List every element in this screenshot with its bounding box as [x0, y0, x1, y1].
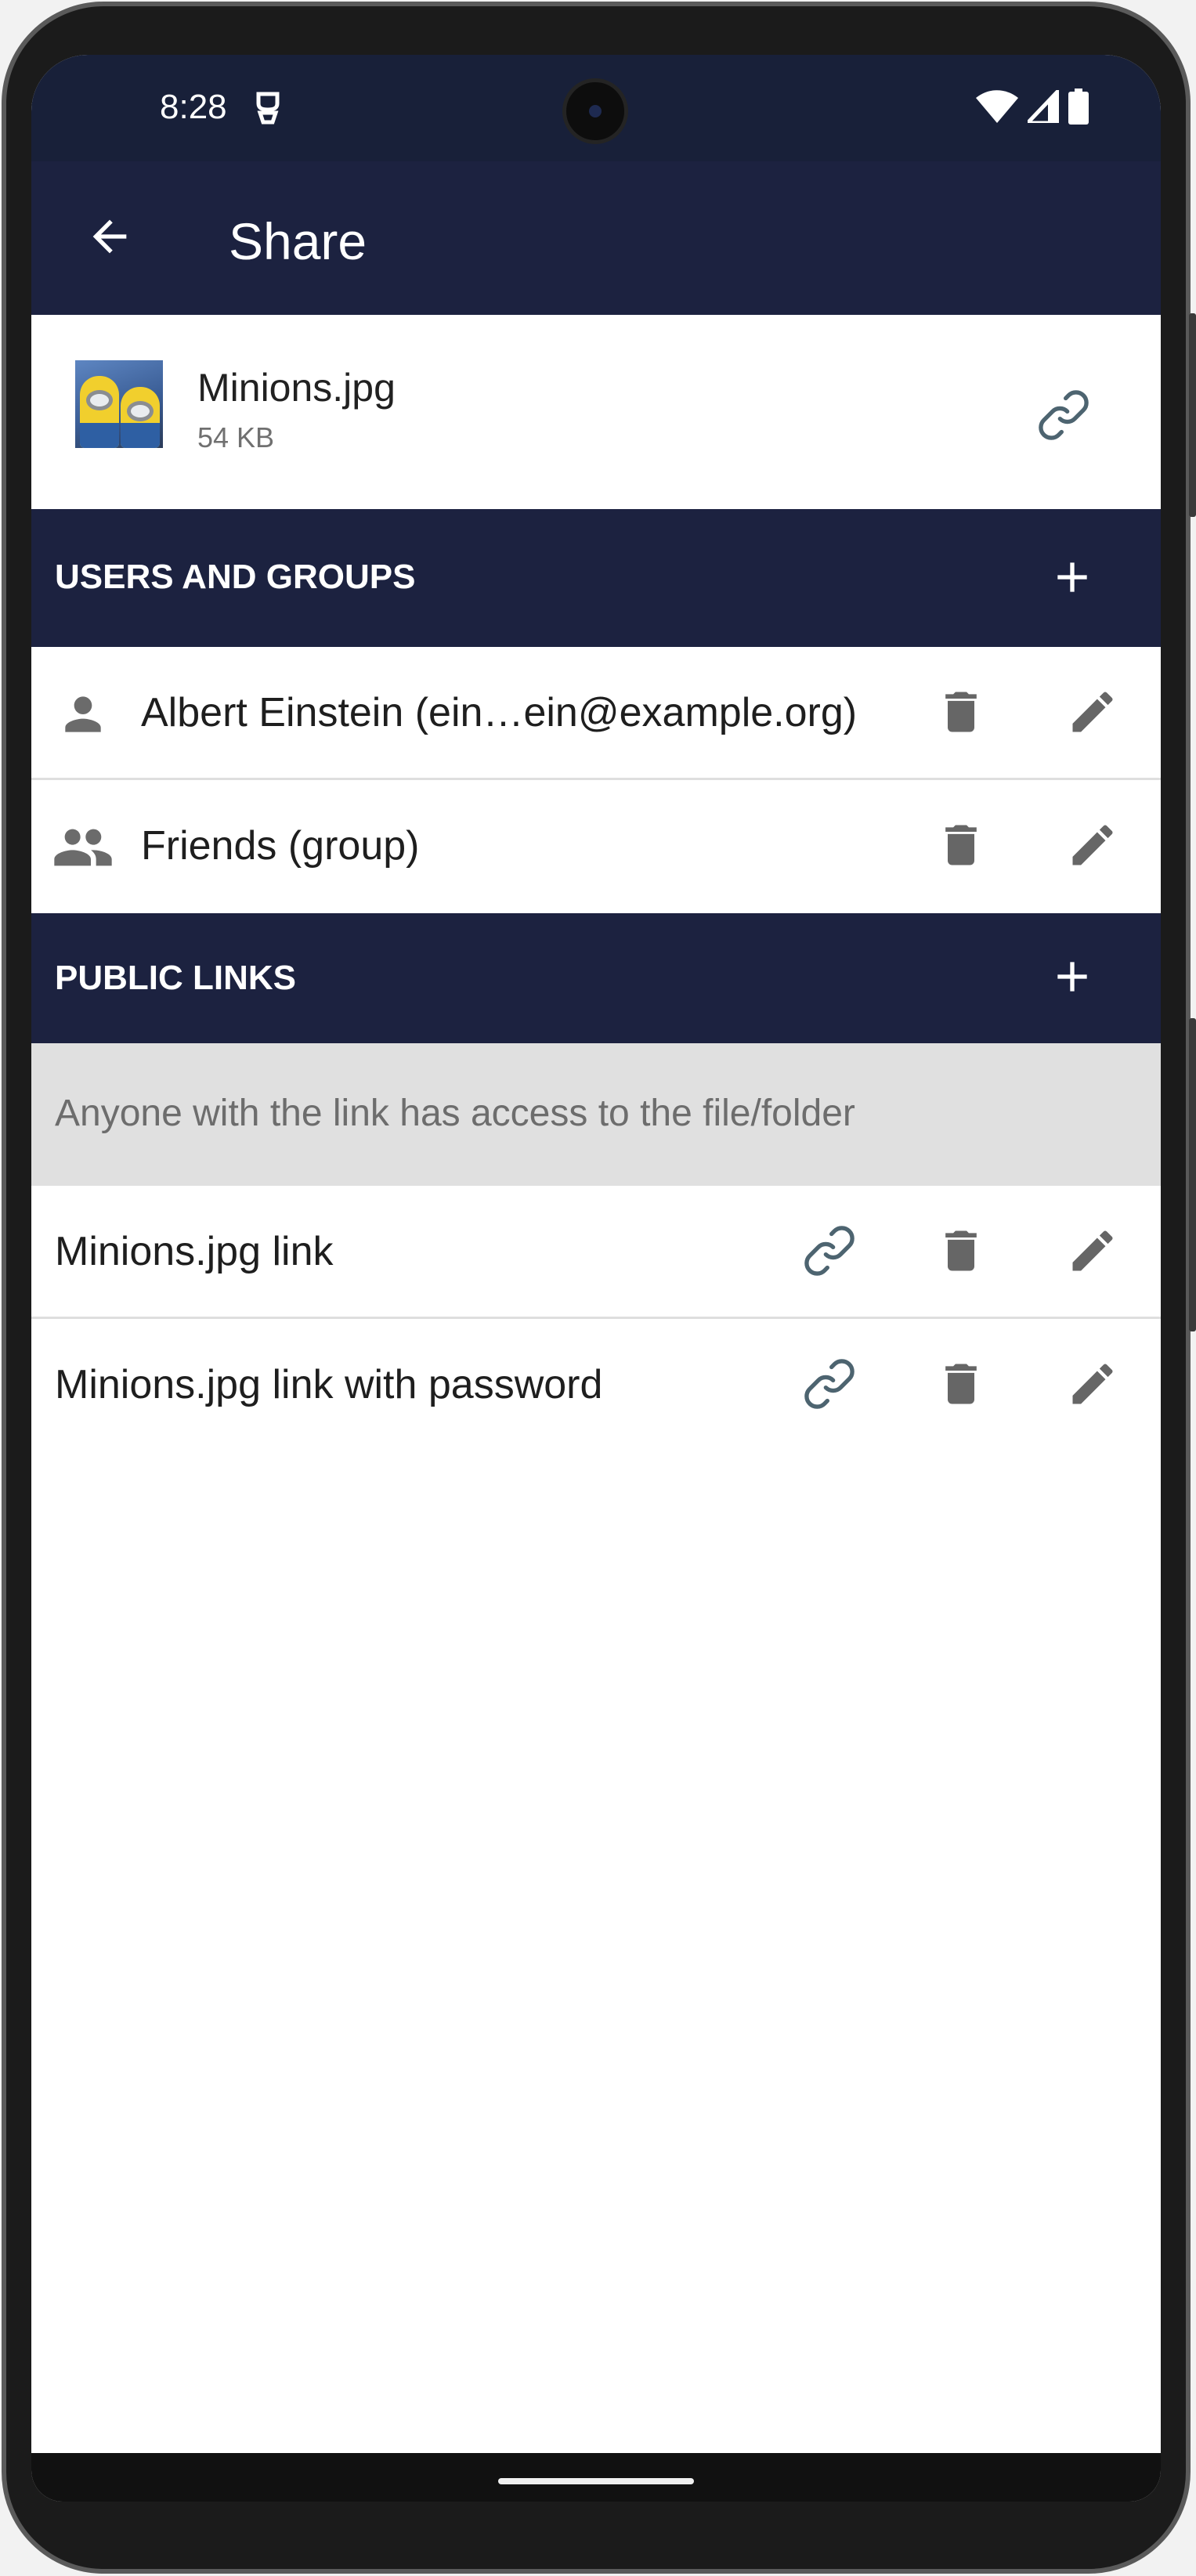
- share-group-label: Friends (group): [141, 823, 420, 869]
- edit-share-button[interactable]: [1057, 678, 1128, 749]
- add-icon: [1047, 552, 1097, 606]
- pencil-icon: [1066, 1357, 1119, 1414]
- edit-link-button[interactable]: [1057, 1217, 1128, 1288]
- file-size: 54 KB: [197, 421, 275, 453]
- public-link-label: Minions.jpg link: [55, 1229, 334, 1274]
- pencil-icon: [1066, 1224, 1119, 1281]
- device-frame: 8:28 Share Minions.jpg 54 KB USERS AND G…: [0, 0, 1196, 2576]
- app-bar: Share: [31, 161, 1161, 315]
- signal-icon: [1023, 85, 1061, 127]
- person-icon: [52, 683, 114, 746]
- delete-link-button[interactable]: [926, 1350, 996, 1421]
- arrow-back-icon: [85, 211, 135, 266]
- copy-file-link-button[interactable]: [1024, 378, 1103, 456]
- trash-icon: [934, 685, 988, 742]
- public-link-row: Minions.jpg link with password: [31, 1319, 1161, 1452]
- add-user-button[interactable]: [1037, 544, 1107, 614]
- trash-icon: [934, 1224, 988, 1281]
- pencil-icon: [1066, 818, 1119, 876]
- add-icon: [1047, 952, 1097, 1006]
- file-header: [31, 324, 1161, 503]
- share-user-label: Albert Einstein (ein…ein@example.org): [141, 690, 858, 735]
- trash-icon: [934, 1357, 988, 1414]
- delete-share-button[interactable]: [926, 811, 996, 882]
- volume-button: [1189, 1018, 1196, 1331]
- public-links-info-text: Anyone with the link has access to the f…: [55, 1093, 855, 1134]
- edit-share-button[interactable]: [1057, 811, 1128, 882]
- battery-icon: [1068, 88, 1089, 128]
- file-thumbnail: [75, 360, 163, 448]
- group-icon: [52, 816, 114, 879]
- delete-share-button[interactable]: [926, 678, 996, 749]
- public-link-row: Minions.jpg link: [31, 1186, 1161, 1319]
- home-gesture-handle[interactable]: [498, 2478, 694, 2484]
- public-link-label: Minions.jpg link with password: [55, 1362, 603, 1407]
- copy-link-button[interactable]: [794, 1350, 865, 1421]
- status-icons: [976, 85, 1089, 128]
- link-icon: [1032, 384, 1095, 450]
- gesture-nav-bar: [31, 2453, 1161, 2502]
- add-public-link-button[interactable]: [1037, 943, 1107, 1013]
- copy-link-button[interactable]: [794, 1217, 865, 1288]
- page-title: Share: [229, 212, 367, 270]
- share-user-row: Albert Einstein (ein…ein@example.org): [31, 647, 1161, 780]
- public-links-header: PUBLIC LINKS: [31, 913, 1161, 1043]
- screen: 8:28 Share Minions.jpg 54 KB USERS AND G…: [31, 55, 1161, 2502]
- status-time: 8:28: [160, 88, 227, 126]
- users-groups-header: USERS AND GROUPS: [31, 509, 1161, 647]
- status-bar: 8:28: [31, 55, 1161, 161]
- back-button[interactable]: [78, 207, 141, 269]
- wifi-icon: [976, 89, 1018, 127]
- public-links-info: Anyone with the link has access to the f…: [31, 1043, 1161, 1186]
- delete-link-button[interactable]: [926, 1217, 996, 1288]
- pencil-icon: [1066, 685, 1119, 742]
- trash-icon: [934, 818, 988, 876]
- edit-link-button[interactable]: [1057, 1350, 1128, 1421]
- share-group-row: Friends (group): [31, 780, 1161, 913]
- power-button: [1189, 313, 1196, 517]
- notification-icon: [252, 89, 284, 127]
- public-links-title: PUBLIC LINKS: [55, 959, 296, 997]
- link-icon: [798, 1219, 861, 1286]
- link-icon: [798, 1353, 861, 1419]
- users-groups-title: USERS AND GROUPS: [55, 558, 416, 596]
- front-camera: [562, 78, 628, 144]
- file-name: Minions.jpg: [197, 366, 396, 410]
